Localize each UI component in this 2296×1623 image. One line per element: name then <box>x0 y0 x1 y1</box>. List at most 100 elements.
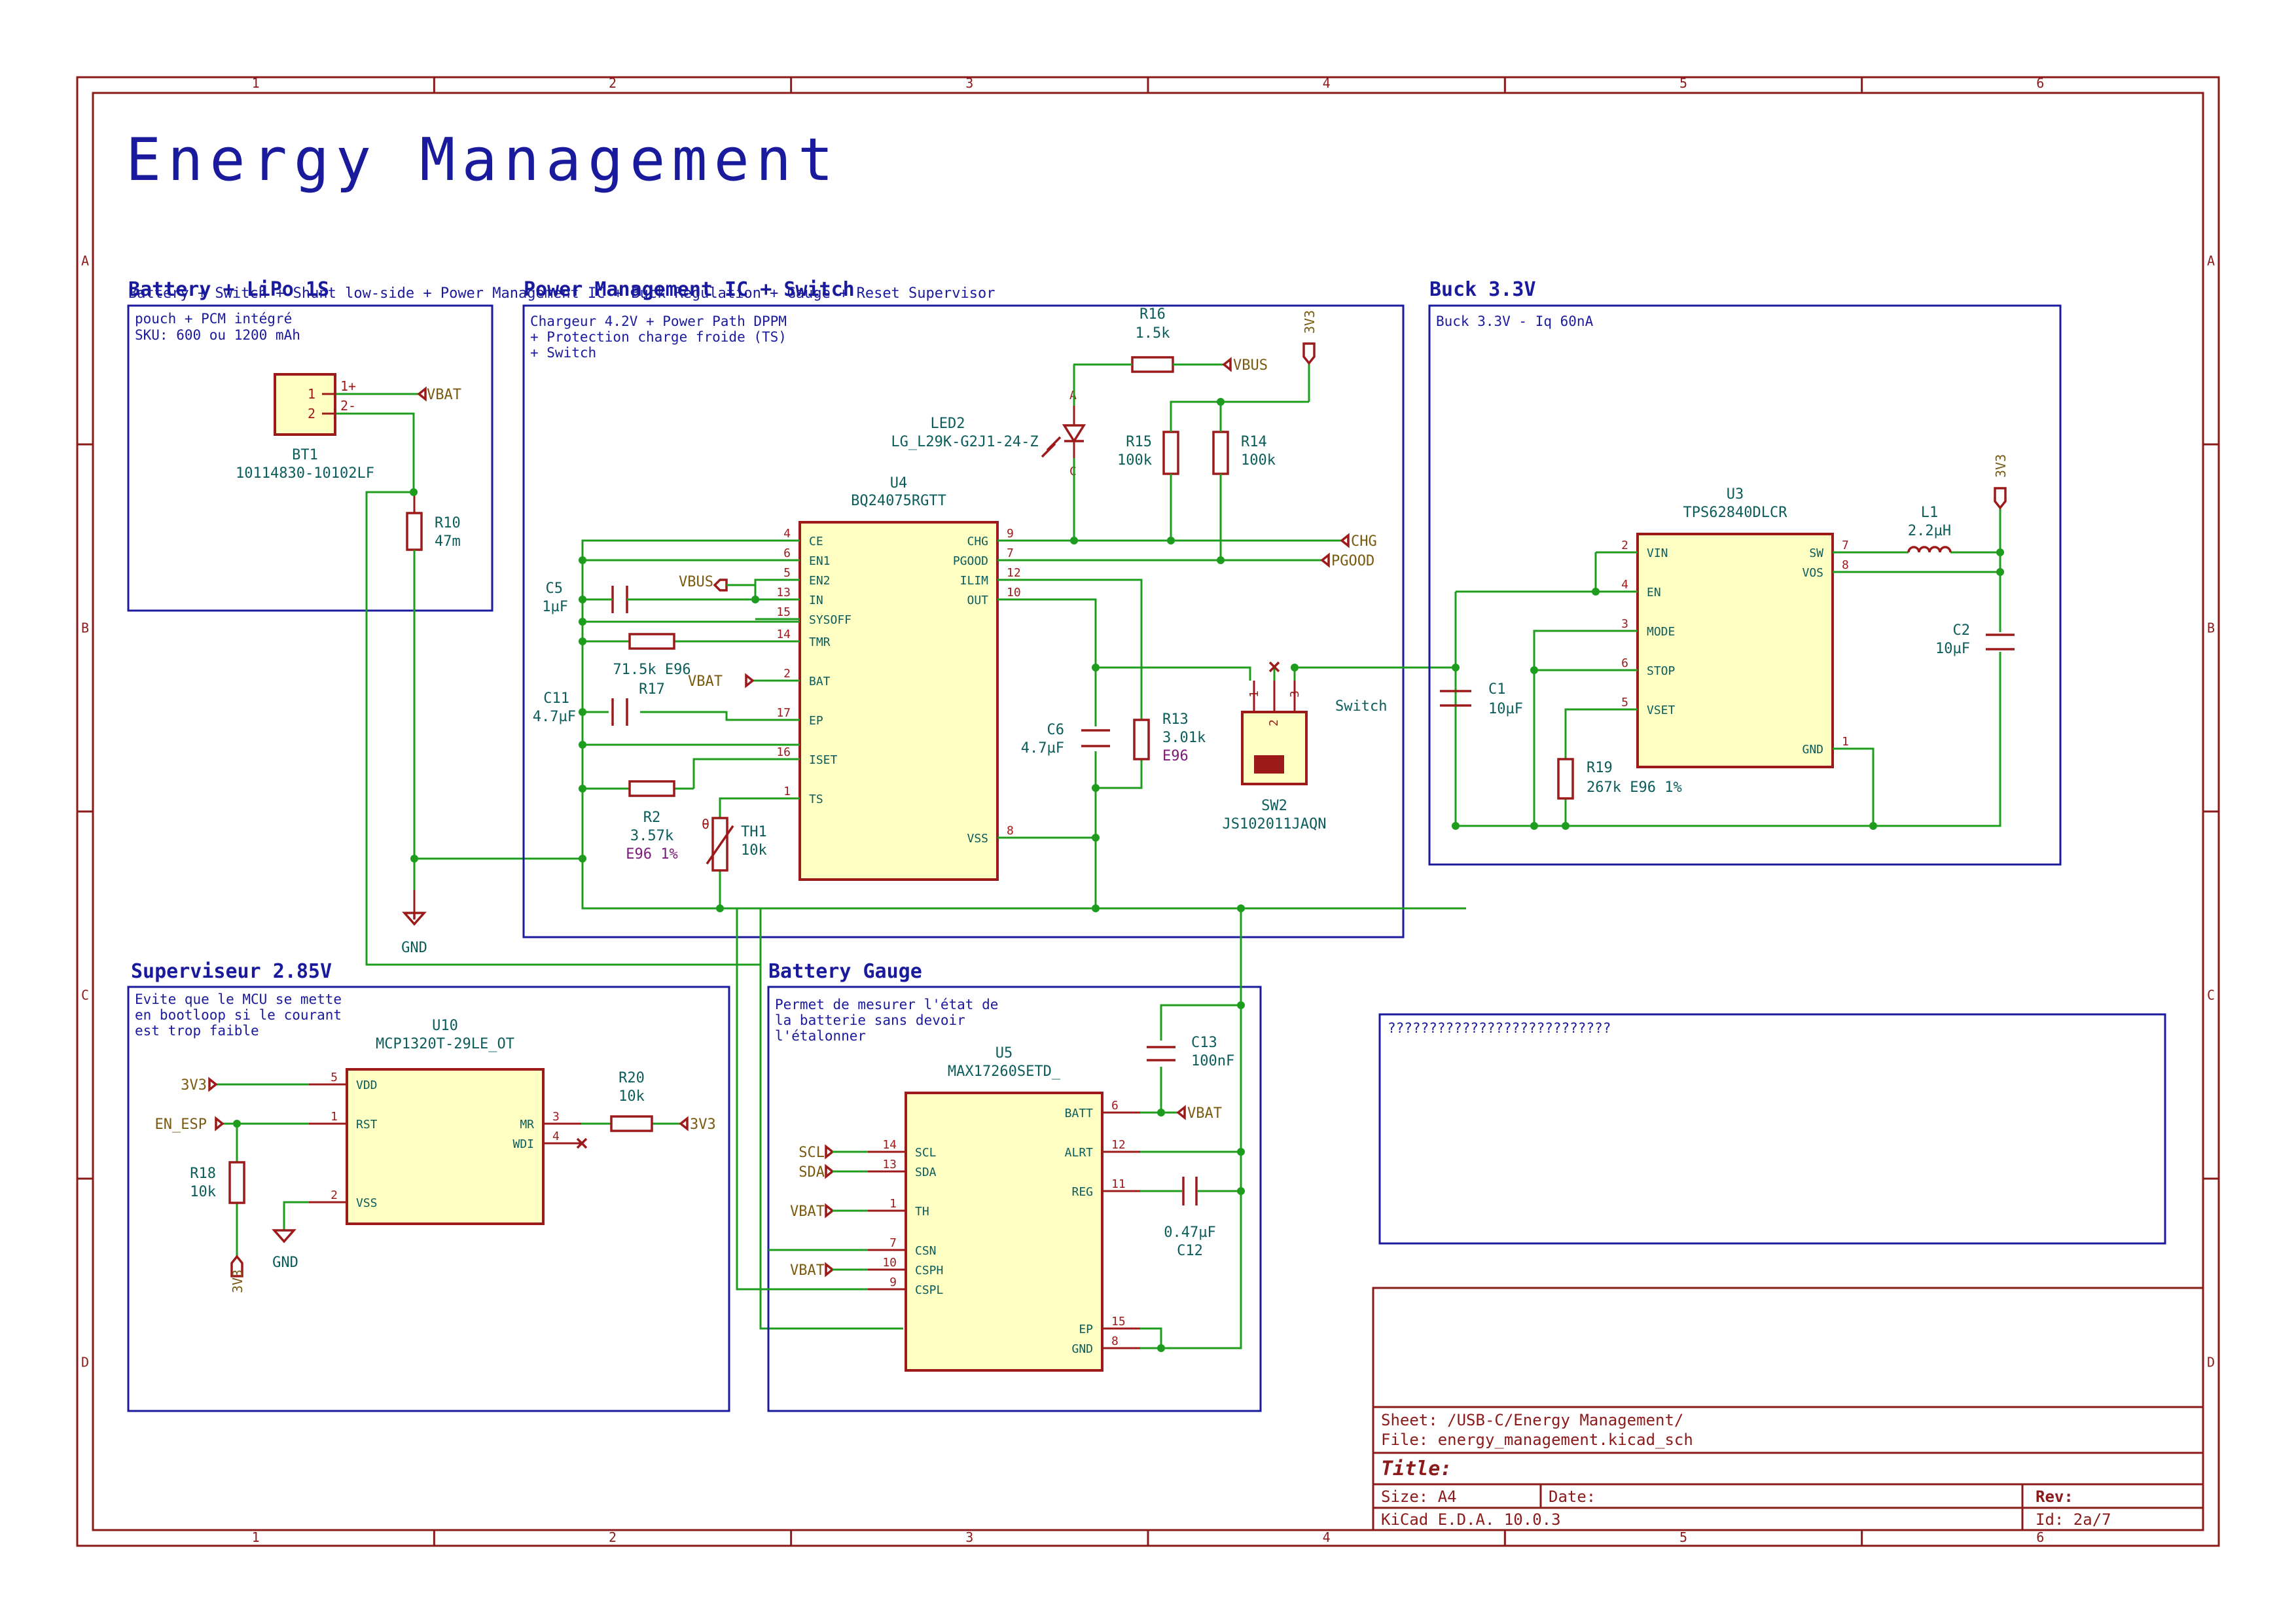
svg-text:VBAT: VBAT <box>688 673 723 690</box>
svg-text:VBUS: VBUS <box>1233 357 1268 374</box>
sw2-slide-switch[interactable]: 1 2 3 Switch SW2 JS102011JAQN <box>1223 681 1388 832</box>
svg-text:VBAT: VBAT <box>427 387 461 403</box>
pmic-desc-line-3: + Switch <box>530 345 596 361</box>
r10-ref: R10 <box>435 515 461 531</box>
en-esp-label: EN_ESP <box>155 1116 224 1133</box>
u10-pin-name: VDD <box>356 1079 378 1092</box>
u3-pin-number: 4 <box>1621 578 1628 592</box>
vbus-label-in: VBUS <box>679 574 728 592</box>
r20-ref: R20 <box>619 1070 645 1086</box>
r15-value: 100k <box>1117 452 1152 469</box>
gauge-desc-line-3: l'étalonner <box>775 1028 866 1044</box>
svg-text:EN_ESP: EN_ESP <box>155 1116 207 1133</box>
u5-pin-number: 6 <box>1111 1099 1119 1113</box>
frame-column-label: 6 <box>2036 75 2044 91</box>
battery-desc-line-2: SKU: 600 ou 1200 mAh <box>135 327 300 343</box>
u4-pin-name: BAT <box>809 675 831 688</box>
u4-pin-number: 4 <box>783 527 791 541</box>
r14-resistor: R14 100k <box>1212 431 1276 475</box>
v3v3-label-pmic: 3V3 <box>1302 310 1318 365</box>
gauge-section-title: Battery Gauge <box>768 960 922 983</box>
u4-pin-name: SYSOFF <box>809 613 852 627</box>
u5-pin-name: EP <box>1079 1323 1093 1336</box>
bt1-ref: BT1 <box>292 447 318 463</box>
title-block-sheet: Sheet: /USB-C/Energy Management/ <box>1381 1411 1683 1429</box>
u3-pin-name: MODE <box>1647 625 1675 639</box>
r20-resistor: R20 10k <box>610 1070 653 1132</box>
c1-ref: C1 <box>1488 681 1506 698</box>
pmic-desc-line-2: + Protection charge froide (TS) <box>530 329 787 345</box>
r14-value: 100k <box>1241 452 1276 469</box>
u4-pin-name: EP <box>809 714 823 728</box>
title-block: Sheet: /USB-C/Energy Management/ File: e… <box>1372 1287 2204 1531</box>
r16-value: 1.5k <box>1136 325 1170 342</box>
r2-tolerance: E96 1% <box>626 846 677 863</box>
u3-pin-number: 6 <box>1621 656 1628 670</box>
u4-pin-name: IN <box>809 594 823 607</box>
c1-capacitor: C1 10µF <box>1440 681 1523 717</box>
vbat-label-th: VBAT <box>790 1203 834 1220</box>
c13-ref: C13 <box>1191 1035 1217 1051</box>
frame-column-label: 2 <box>609 75 617 91</box>
frame-column-label: 4 <box>1323 75 1331 91</box>
title-block-tool: KiCad E.D.A. 10.0.3 <box>1381 1510 1561 1529</box>
title-block-id: Id: 2a/7 <box>2036 1510 2111 1529</box>
c2-value: 10µF <box>1935 641 1970 657</box>
u4-pin-number: 8 <box>1007 824 1014 838</box>
u4-pin-number: 14 <box>776 628 791 641</box>
sw2-pin-3: 3 <box>1288 690 1302 698</box>
u4-value: BQ24075RGTT <box>851 493 946 509</box>
u5-pin-number: 1 <box>889 1197 897 1211</box>
supervisor-section: Superviseur 2.85V Evite que le MCU se me… <box>127 960 730 1412</box>
u3-pin-name: VOS <box>1802 566 1823 580</box>
c11-value: 4.7µF <box>533 709 576 725</box>
title-block-date: Date: <box>1549 1488 1596 1506</box>
u5-body <box>905 1092 1103 1372</box>
u4-pin-name: PGOOD <box>953 554 988 568</box>
bt1-value: 10114830-10102LF <box>236 465 374 482</box>
r2-resistor: R2 3.57k E96 1% <box>626 780 678 863</box>
svg-text:VBAT: VBAT <box>790 1204 825 1220</box>
gauge-section: Battery Gauge Permet de mesurer l'état d… <box>736 904 1262 1412</box>
supervisor-desc-line-1: Evite que le MCU se mette <box>135 991 342 1007</box>
bt1-pin-2: 2 <box>308 406 315 421</box>
u5-pin-number: 7 <box>889 1236 897 1250</box>
v3v3-label-supervisor: 3V3 <box>181 1077 218 1094</box>
title-block-rev: Rev: <box>2036 1488 2073 1506</box>
r2-ref: R2 <box>643 810 661 826</box>
buck-section: Buck 3.3V Buck 3.3V - Iq 60nA U3 TPS6284… <box>1428 278 2062 866</box>
c6-capacitor: C6 4.7µF <box>1021 722 1110 757</box>
u5-pin-number: 14 <box>882 1138 897 1152</box>
led2-cathode: C <box>1069 465 1077 478</box>
u4-pin-name: EN1 <box>809 554 831 568</box>
l1-inductor: L1 2.2µH <box>1907 505 1952 553</box>
th1-thermistor: θ TH1 10k <box>702 816 767 872</box>
title-block-size: Size: A4 <box>1381 1488 1457 1506</box>
u5-pin-name: SCL <box>915 1146 937 1160</box>
sw2-pin-2: 2 <box>1267 719 1281 726</box>
u10-pin-number: 1 <box>331 1110 338 1124</box>
u4-pin-number: 5 <box>783 566 791 580</box>
vbat-label-bt1: VBAT <box>417 386 461 403</box>
led2-indicator: A C LED2 LG_L29K-G2J1-24-Z <box>891 389 1086 478</box>
chg-label: CHG <box>1340 533 1377 550</box>
u3-pin-number: 3 <box>1621 617 1628 631</box>
svg-text:3V3: 3V3 <box>690 1116 716 1133</box>
svg-text:3V3: 3V3 <box>1993 454 2009 478</box>
r14-ref: R14 <box>1241 434 1267 450</box>
u5-pin-number: 11 <box>1111 1177 1126 1191</box>
u5-pin-number: 8 <box>1111 1334 1119 1348</box>
frame-row-label: A <box>2207 253 2215 269</box>
c12-ref: C12 <box>1177 1243 1203 1259</box>
note-box-text: ??????????????????????????? <box>1388 1020 1611 1036</box>
vbus-label-r16: VBUS <box>1222 357 1268 374</box>
u4-pin-name: CE <box>809 535 823 548</box>
u4-pin-name: TMR <box>809 635 831 649</box>
c5-value: 1µF <box>542 599 568 615</box>
u4-pin-name: CHG <box>967 535 988 548</box>
u4-pin-name: VSS <box>967 832 988 846</box>
c13-value: 100nF <box>1191 1053 1234 1069</box>
u4-pin-name: OUT <box>967 594 988 607</box>
battery-desc-line-1: pouch + PCM intégré <box>135 311 292 327</box>
u10-pin-name: WDI <box>512 1137 534 1151</box>
